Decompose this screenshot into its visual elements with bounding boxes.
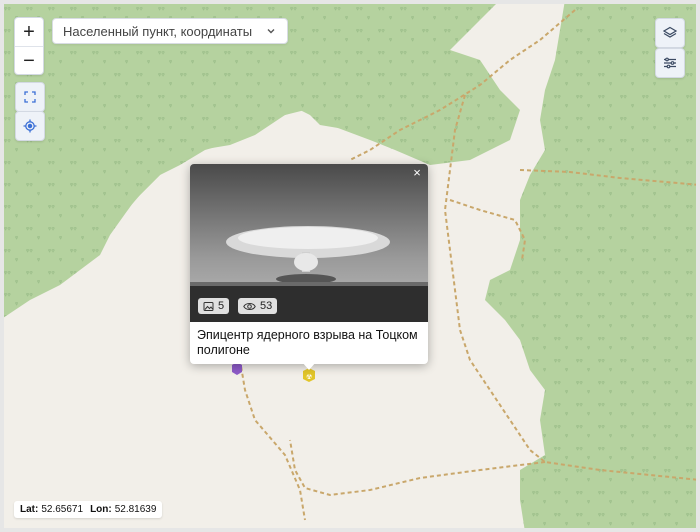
lon-value: 52.81639 (114, 504, 157, 515)
filters-button[interactable] (655, 48, 685, 78)
coordinates-readout: Lat: 52.65671 Lon: 52.81639 (14, 501, 163, 518)
svg-text:☢: ☢ (306, 373, 312, 381)
zoom-in-button[interactable]: + (15, 18, 43, 47)
lat-value: 52.65671 (41, 504, 84, 515)
layers-icon (663, 26, 677, 40)
zoom-control: + − (14, 17, 44, 75)
fullscreen-icon (24, 91, 36, 103)
lon-label: Lon: (90, 504, 112, 515)
popup-title[interactable]: Эпицентр ядерного взрыва на Тоцком полиг… (197, 328, 423, 358)
chevron-down-icon (265, 25, 277, 37)
photos-count: 5 (218, 300, 225, 312)
views-count-badge: 53 (238, 298, 278, 314)
photos-count-badge: 5 (198, 298, 230, 314)
zoom-out-button[interactable]: − (15, 47, 43, 74)
popup-tip (302, 362, 316, 370)
lat-label: Lat: (20, 504, 39, 515)
sliders-icon (663, 56, 677, 70)
locate-icon (23, 119, 37, 133)
marker-popup: × 5 53 Эпицентр ядерного взрыва на Тоцко… (190, 164, 428, 370)
popup-close-button[interactable]: × (410, 166, 424, 180)
image-icon (203, 301, 214, 312)
map-marker-yellow: ☢ (303, 368, 315, 382)
locate-button[interactable] (15, 111, 45, 141)
layers-button[interactable] (655, 18, 685, 48)
fullscreen-button[interactable] (15, 82, 45, 112)
location-search-select[interactable]: Населенный пункт, координаты (52, 18, 288, 44)
search-placeholder: Населенный пункт, координаты (63, 23, 253, 39)
eye-icon (243, 301, 256, 312)
map-canvas[interactable]: ᵠᵠ ᵠ ☢ + − (0, 0, 700, 532)
views-count: 53 (260, 300, 273, 312)
